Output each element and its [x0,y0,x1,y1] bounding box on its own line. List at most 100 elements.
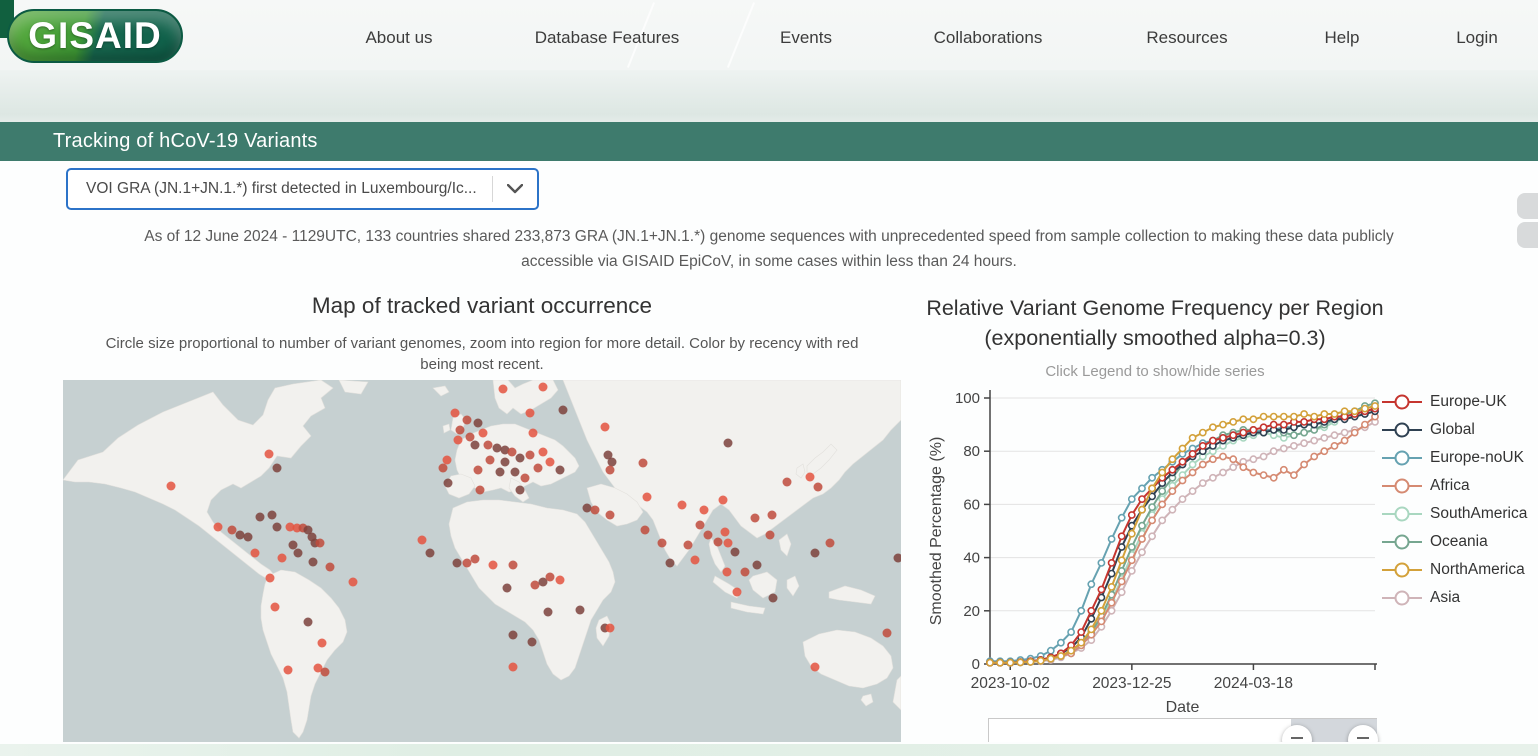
map-dot[interactable] [545,572,555,582]
legend-item-SouthAmerica[interactable]: SouthAmerica [1380,500,1538,528]
map-dot[interactable] [508,560,518,570]
map-dot[interactable] [677,500,687,510]
map-dot[interactable] [255,512,265,522]
map-dot[interactable] [315,538,325,548]
map-dot[interactable] [498,384,508,394]
map-dot[interactable] [166,481,176,491]
map-dot[interactable] [442,455,452,465]
map-dot[interactable] [272,522,282,532]
map-dot[interactable] [293,548,303,558]
map-dot[interactable] [575,605,585,615]
chevron-down-icon[interactable] [493,181,537,198]
map-dot[interactable] [470,440,480,450]
map-dot[interactable] [690,555,700,565]
map-dot[interactable] [485,455,495,465]
series-line-NorthAmerica[interactable] [990,405,1376,664]
map-dot[interactable] [805,472,815,482]
map-dot[interactable] [730,547,740,557]
map-dot[interactable] [722,567,732,577]
map-dot[interactable] [813,482,823,492]
variant-selector[interactable]: VOI GRA (JN.1+JN.1.*) first detected in … [66,168,539,210]
legend-item-NorthAmerica[interactable]: NorthAmerica [1380,556,1538,584]
nav-item-resources[interactable]: Resources [1146,28,1227,48]
map-dot[interactable] [235,530,245,540]
map-dot[interactable] [288,540,298,550]
map-dot[interactable] [605,510,615,520]
map-dot[interactable] [462,415,472,425]
map-dot[interactable] [283,665,293,675]
map-dot[interactable] [752,560,762,570]
legend-item-Europe-UK[interactable]: Europe-UK [1380,388,1538,416]
map-dot[interactable] [520,473,530,483]
map-dot[interactable] [607,457,617,467]
map-dot[interactable] [582,503,592,513]
map-dot[interactable] [720,527,730,537]
map-dot[interactable] [452,558,462,568]
map-dot[interactable] [740,567,750,577]
map-dot[interactable] [508,662,518,672]
map-dot[interactable] [455,425,465,435]
map-dot[interactable] [657,538,667,548]
map-dot[interactable] [525,450,535,460]
map-dot[interactable] [555,575,565,585]
map-dot[interactable] [270,602,280,612]
map-dot[interactable] [558,405,568,415]
map-dot[interactable] [555,465,565,475]
map-dot[interactable] [703,530,713,540]
nav-item-login[interactable]: Login [1456,28,1498,48]
map-dot[interactable] [320,667,330,677]
map-dot[interactable] [488,560,498,570]
world-map[interactable] [63,380,901,742]
map-dot[interactable] [713,537,723,547]
map-dot[interactable] [723,538,733,548]
map-dot[interactable] [638,458,648,468]
map-dot[interactable] [470,554,480,564]
map-dot[interactable] [782,477,792,487]
map-dot[interactable] [250,548,260,558]
map-dot[interactable] [732,587,742,597]
map-dot[interactable] [699,505,709,515]
map-dot[interactable] [768,593,778,603]
legend-item-Africa[interactable]: Africa [1380,472,1538,500]
map-dot[interactable] [317,638,327,648]
map-dot[interactable] [443,478,453,488]
map-dot[interactable] [507,447,517,457]
map-dot[interactable] [264,449,274,459]
map-dot[interactable] [543,607,553,617]
map-dot[interactable] [227,525,237,535]
map-dot[interactable] [267,510,277,520]
map-dot[interactable] [605,465,615,475]
map-dot[interactable] [683,540,693,550]
map-dot[interactable] [882,628,892,638]
map-dot[interactable] [825,538,835,548]
frequency-chart[interactable]: 0 20 40 60 80 100 2023-10-02 2023-12-25 2024-03-… [925,382,1385,716]
map-dot[interactable] [462,558,472,568]
gisaid-logo[interactable]: GISAID [7,9,183,63]
map-dot[interactable] [527,637,537,647]
map-dot[interactable] [500,457,510,467]
legend-item-Global[interactable]: Global [1380,416,1538,444]
map-dot[interactable] [525,408,535,418]
nav-item-events[interactable]: Events [780,28,832,48]
map-dot[interactable] [438,463,448,473]
map-dot[interactable] [492,443,502,453]
map-dot[interactable] [718,495,728,505]
nav-item-about-us[interactable]: About us [365,28,432,48]
map-dot[interactable] [642,492,652,502]
map-dot[interactable] [600,422,610,432]
map-dot[interactable] [723,438,733,448]
map-dot[interactable] [303,617,313,627]
map-dot[interactable] [810,548,820,558]
map-dot[interactable] [272,463,282,473]
map-dot[interactable] [473,465,483,475]
map-dot[interactable] [213,522,223,532]
map-dot[interactable] [417,535,427,545]
map-dot[interactable] [450,408,460,418]
map-dot[interactable] [478,428,488,438]
map-dot[interactable] [277,553,287,563]
map-dot[interactable] [465,432,475,442]
map-dot[interactable] [508,630,518,640]
map-dot[interactable] [425,548,435,558]
map-dot[interactable] [453,435,463,445]
map-dot[interactable] [243,532,253,542]
